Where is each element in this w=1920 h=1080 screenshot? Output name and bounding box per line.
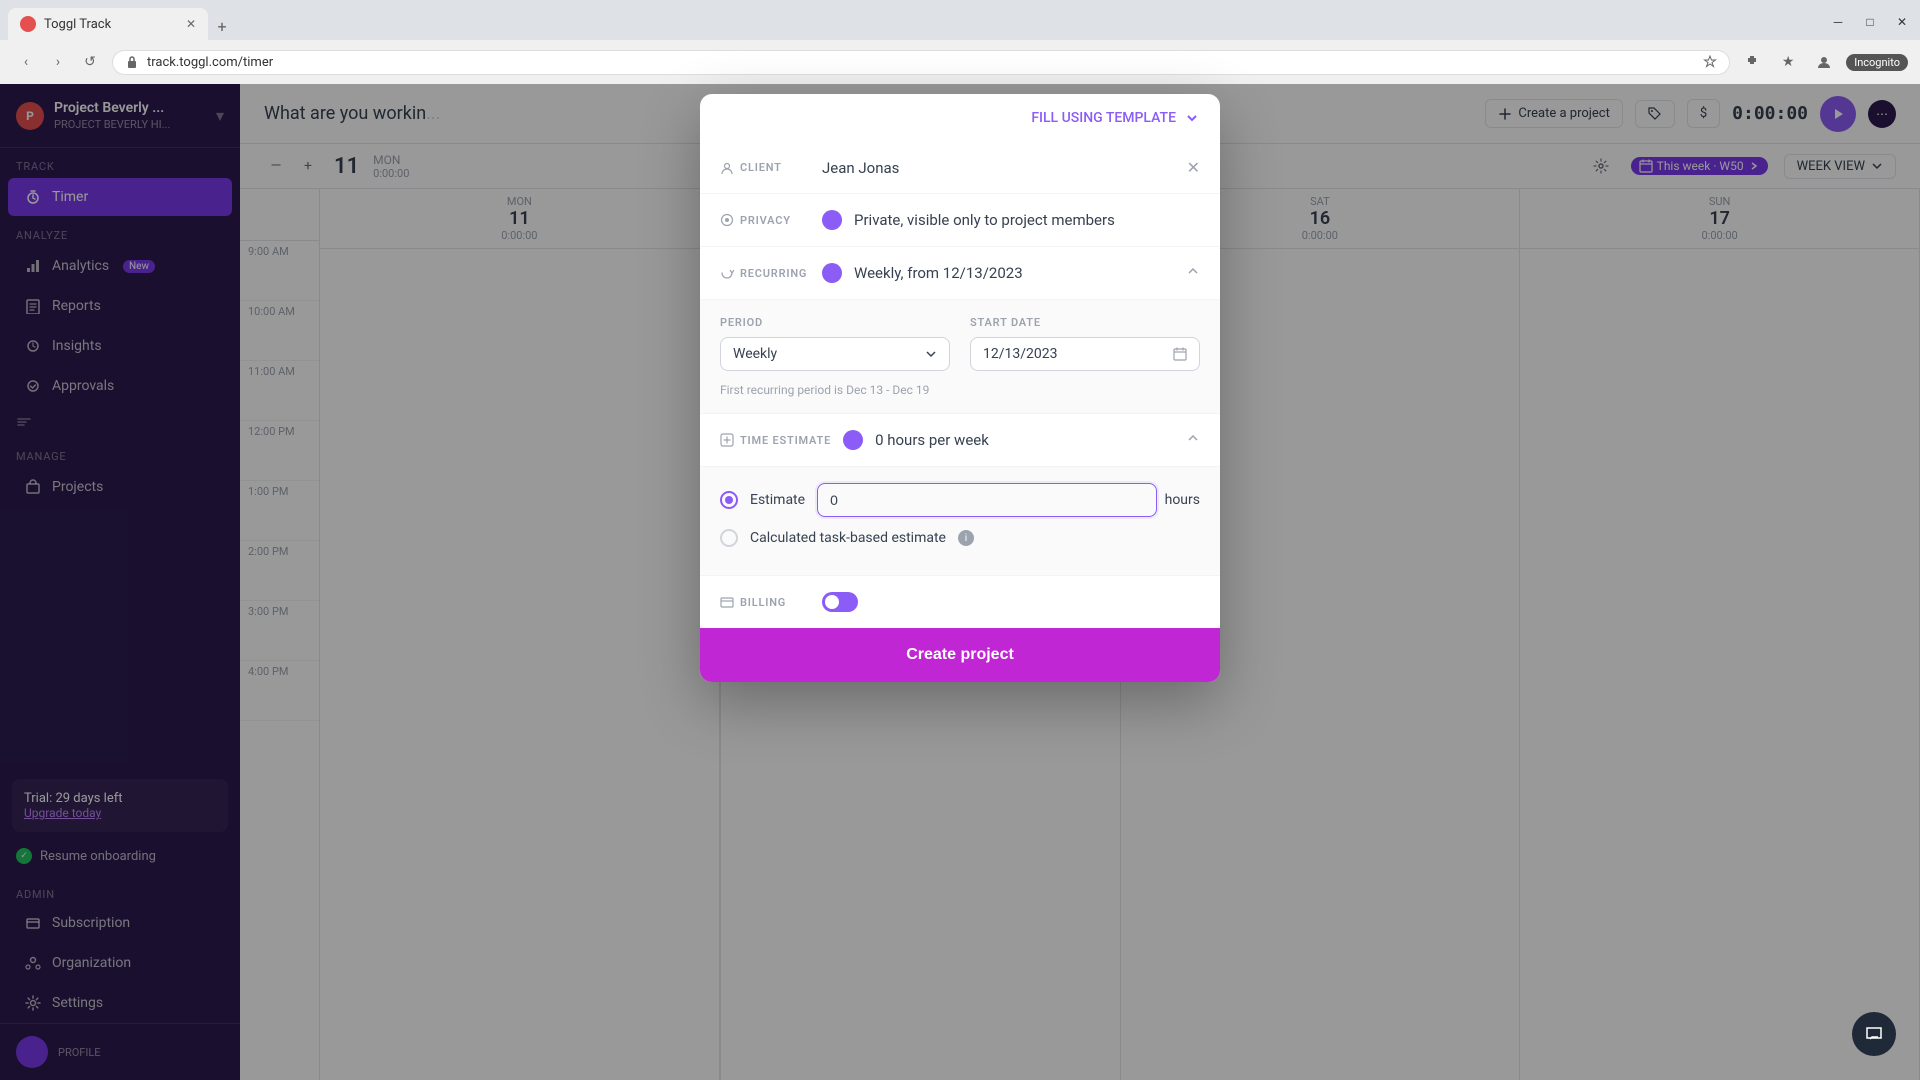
chat-button[interactable] — [1852, 1012, 1896, 1056]
estimate-label: Estimate — [750, 492, 805, 508]
period-label: PERIOD — [720, 316, 950, 329]
task-based-label: Calculated task-based estimate — [750, 530, 946, 546]
fill-template-button[interactable]: FILL USING TEMPLATE — [1031, 110, 1200, 126]
recurring-icon — [720, 266, 734, 280]
recurring-collapse-button[interactable] — [1186, 264, 1200, 282]
task-based-radio-button[interactable] — [720, 529, 738, 547]
time-estimate-collapse-button[interactable] — [1186, 431, 1200, 449]
hours-unit-label: hours — [1165, 492, 1200, 508]
estimate-radio-button[interactable] — [720, 491, 738, 509]
time-estimate-icon — [720, 433, 734, 447]
recurring-hint: First recurring period is Dec 13 - Dec 1… — [720, 383, 1200, 397]
extensions-button[interactable] — [1738, 48, 1766, 76]
recurring-toggle[interactable] — [822, 263, 842, 283]
template-chevron-icon — [1184, 110, 1200, 126]
modal-body: CLIENT Jean Jonas ✕ PRIVACY Priva — [700, 142, 1220, 628]
chat-icon — [1864, 1024, 1884, 1044]
privacy-toggle[interactable] — [822, 210, 842, 230]
privacy-section: PRIVACY Private, visible only to project… — [700, 194, 1220, 247]
window-minimize-button[interactable]: ─ — [1824, 8, 1852, 36]
period-field: PERIOD Weekly — [720, 316, 950, 371]
modal-top-bar: FILL USING TEMPLATE — [700, 94, 1220, 142]
recurring-section: RECURRING Weekly, from 12/13/2023 — [700, 247, 1220, 300]
time-estimate-expanded-panel: Estimate hours Calculated task-based est… — [700, 467, 1220, 576]
client-value: Jean Jonas — [822, 159, 1175, 177]
estimate-input[interactable] — [817, 483, 1157, 517]
reload-button[interactable]: ↺ — [76, 48, 104, 76]
recurring-label: RECURRING — [740, 267, 807, 280]
client-icon — [720, 161, 734, 175]
window-close-button[interactable]: ✕ — [1888, 8, 1916, 36]
new-tab-button[interactable]: + — [208, 12, 236, 40]
start-date-label: START DATE — [970, 316, 1200, 329]
lock-icon — [125, 55, 139, 69]
bookmark-button[interactable]: ★ — [1774, 48, 1802, 76]
time-estimate-value: 0 hours per week — [875, 431, 1174, 449]
period-select[interactable]: Weekly — [720, 337, 950, 371]
billing-toggle[interactable] — [822, 592, 858, 612]
recurring-value: Weekly, from 12/13/2023 — [854, 264, 1174, 282]
period-value: Weekly — [733, 346, 777, 362]
recurring-expanded-panel: PERIOD Weekly START DATE 12/13/2023 — [700, 300, 1220, 414]
back-button[interactable]: ‹ — [12, 48, 40, 76]
create-project-modal: FILL USING TEMPLATE CLIENT Jean Jonas ✕ — [700, 94, 1220, 682]
calendar-input-icon — [1173, 347, 1187, 361]
period-chevron-icon — [925, 348, 937, 360]
billing-section: BILLING — [700, 576, 1220, 628]
remove-client-button[interactable]: ✕ — [1187, 158, 1200, 177]
tab-favicon — [20, 16, 36, 32]
tab-close-button[interactable]: ✕ — [186, 17, 196, 31]
window-maximize-button[interactable]: □ — [1856, 8, 1884, 36]
start-date-value: 12/13/2023 — [983, 346, 1058, 362]
time-estimate-section: TIME ESTIMATE 0 hours per week — [700, 414, 1220, 467]
url-text: track.toggl.com/timer — [147, 55, 1695, 70]
forward-button[interactable]: › — [44, 48, 72, 76]
time-estimate-toggle[interactable] — [843, 430, 863, 450]
address-bar[interactable]: track.toggl.com/timer — [112, 50, 1730, 75]
client-section: CLIENT Jean Jonas ✕ — [700, 142, 1220, 194]
profile-button[interactable] — [1810, 48, 1838, 76]
billing-icon — [720, 595, 734, 609]
browser-tab[interactable]: Toggl Track ✕ — [8, 8, 208, 40]
start-date-field: START DATE 12/13/2023 — [970, 316, 1200, 371]
client-label: CLIENT — [740, 161, 782, 174]
start-date-input[interactable]: 12/13/2023 — [970, 337, 1200, 371]
privacy-label: PRIVACY — [740, 214, 791, 227]
privacy-value: Private, visible only to project members — [854, 211, 1200, 229]
modal-overlay[interactable]: FILL USING TEMPLATE CLIENT Jean Jonas ✕ — [0, 84, 1920, 1080]
create-project-button[interactable]: Create project — [700, 628, 1220, 682]
privacy-icon — [720, 213, 734, 227]
task-based-info-button[interactable]: i — [958, 530, 974, 546]
time-estimate-label: TIME ESTIMATE — [740, 434, 831, 447]
tab-title: Toggl Track — [44, 17, 178, 32]
star-icon[interactable] — [1703, 55, 1717, 69]
incognito-badge: Incognito — [1846, 54, 1908, 71]
billing-label: BILLING — [740, 596, 786, 609]
fill-template-label: FILL USING TEMPLATE — [1031, 110, 1176, 126]
